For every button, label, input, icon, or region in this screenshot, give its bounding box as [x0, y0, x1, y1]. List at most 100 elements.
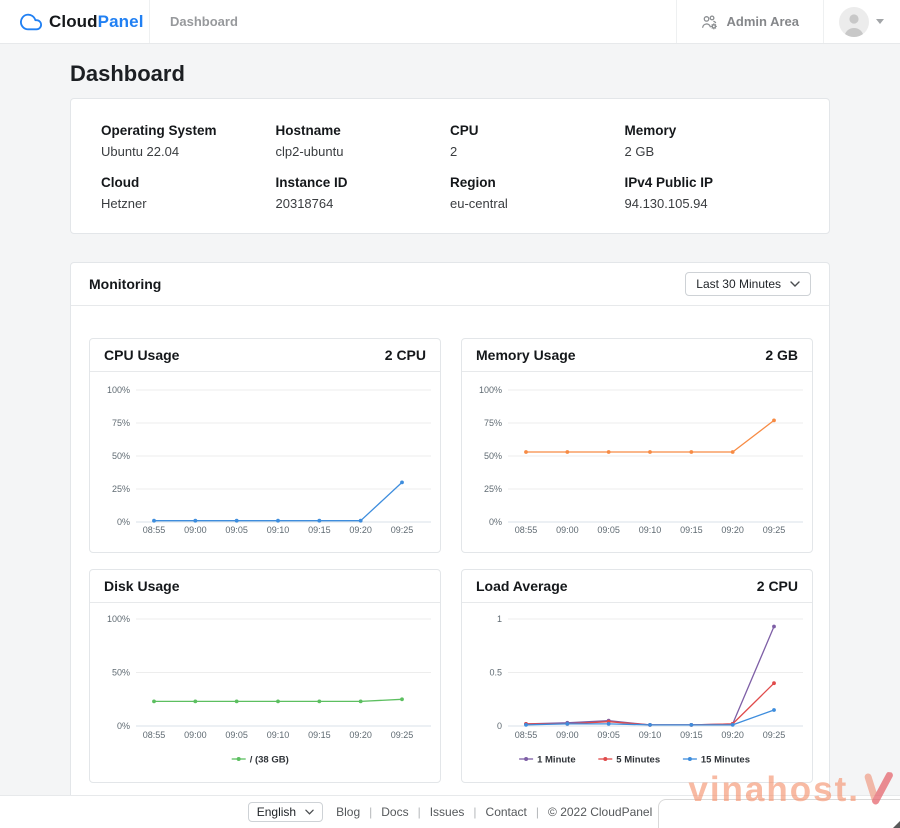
brand-logo[interactable]: CloudPanel — [0, 0, 150, 43]
chevron-down-icon — [876, 19, 884, 24]
svg-text:09:05: 09:05 — [225, 730, 248, 740]
top-navbar: CloudPanel Dashboard Admin Area — [0, 0, 900, 44]
svg-text:75%: 75% — [112, 418, 130, 428]
svg-text:09:20: 09:20 — [349, 525, 372, 535]
svg-text:09:10: 09:10 — [267, 730, 290, 740]
svg-text:09:10: 09:10 — [639, 525, 662, 535]
load-average-chart: 00.5108:5509:0009:0509:1009:1509:2009:25… — [462, 603, 812, 782]
page-title: Dashboard — [70, 60, 830, 88]
info-field-cloud: CloudHetzner — [101, 175, 276, 211]
monitoring-header: Monitoring Last 30 Minutes — [71, 263, 829, 306]
svg-text:1 Minute: 1 Minute — [537, 755, 576, 766]
svg-text:0%: 0% — [117, 517, 130, 527]
svg-text:09:15: 09:15 — [308, 730, 331, 740]
chart-unit-label: 2 CPU — [757, 577, 798, 595]
svg-text:100%: 100% — [107, 614, 130, 624]
footer-link-docs[interactable]: Docs — [381, 805, 408, 819]
svg-text:100%: 100% — [479, 385, 502, 395]
chevron-down-icon — [305, 809, 314, 815]
time-range-select[interactable]: Last 30 Minutes — [685, 272, 811, 296]
cpu-usage-chart-card: CPU Usage 2 CPU 0% 25% 50% 75% 100% 08:55 09:00… — [89, 338, 441, 553]
footer-links: Blog | Docs | Issues | Contact | © 2022 … — [336, 805, 652, 819]
info-field-memory: Memory2 GB — [625, 123, 800, 159]
svg-text:5 Minutes: 5 Minutes — [616, 755, 660, 766]
svg-text:50%: 50% — [484, 451, 502, 461]
cloud-logo-icon — [20, 11, 42, 33]
monitoring-card: Monitoring Last 30 Minutes CPU Usage 2 CP… — [70, 262, 830, 800]
chevron-down-icon — [790, 281, 800, 287]
disk-usage-chart: 0% 50% 100% 08:55 09:00 09:05 09:10 09:15 09:20 0… — [90, 603, 440, 782]
brand-name: CloudPanel — [49, 12, 144, 32]
info-field-ipv4: IPv4 Public IP94.130.105.94 — [625, 175, 800, 211]
corner-resize-mark — [893, 821, 900, 828]
admin-area-label: Admin Area — [727, 14, 799, 29]
svg-text:09:05: 09:05 — [597, 730, 620, 740]
language-select[interactable]: English — [248, 802, 323, 822]
info-field-hostname: Hostnameclp2-ubuntu — [276, 123, 451, 159]
footer-separator: | — [536, 805, 539, 819]
navbar-right: Admin Area — [676, 0, 900, 43]
svg-text:09:25: 09:25 — [763, 525, 786, 535]
svg-text:08:55: 08:55 — [143, 525, 166, 535]
corner-overlay-box — [658, 799, 900, 828]
info-field-os: Operating SystemUbuntu 22.04 — [101, 123, 276, 159]
svg-text:09:25: 09:25 — [763, 730, 786, 740]
svg-text:09:00: 09:00 — [556, 525, 579, 535]
info-field-instance-id: Instance ID20318764 — [276, 175, 451, 211]
svg-text:0: 0 — [497, 721, 502, 731]
svg-text:09:15: 09:15 — [680, 730, 703, 740]
svg-text:09:00: 09:00 — [184, 730, 207, 740]
svg-text:09:20: 09:20 — [721, 730, 744, 740]
footer-separator: | — [418, 805, 421, 819]
footer-link-contact[interactable]: Contact — [486, 805, 527, 819]
svg-text:25%: 25% — [484, 484, 502, 494]
svg-text:08:55: 08:55 — [515, 525, 538, 535]
svg-text:50%: 50% — [112, 451, 130, 461]
svg-text:09:15: 09:15 — [308, 525, 331, 535]
admin-area-button[interactable]: Admin Area — [676, 0, 823, 43]
svg-text:09:10: 09:10 — [267, 525, 290, 535]
footer-separator: | — [369, 805, 372, 819]
avatar — [839, 7, 869, 37]
time-range-value: Last 30 Minutes — [696, 277, 781, 291]
svg-text:09:20: 09:20 — [349, 730, 372, 740]
svg-text:15 Minutes: 15 Minutes — [701, 755, 750, 766]
svg-text:09:00: 09:00 — [184, 525, 207, 535]
svg-text:09:05: 09:05 — [597, 525, 620, 535]
user-menu[interactable] — [823, 0, 900, 43]
info-field-region: Regioneu-central — [450, 175, 625, 211]
cpu-usage-chart: 0%25%50%75%100%08:5509:0009:0509:1009:15… — [90, 372, 440, 552]
footer-copyright: © 2022 CloudPanel — [548, 805, 652, 819]
main-content: Dashboard Operating SystemUbuntu 22.04 H… — [0, 60, 900, 800]
footer-link-issues[interactable]: Issues — [430, 805, 465, 819]
footer-separator: | — [473, 805, 476, 819]
svg-text:09:15: 09:15 — [680, 525, 703, 535]
svg-text:/ (38 GB): / (38 GB) — [250, 755, 289, 766]
info-field-cpu: CPU2 — [450, 123, 625, 159]
svg-text:75%: 75% — [484, 418, 502, 428]
svg-text:25%: 25% — [112, 484, 130, 494]
svg-text:09:25: 09:25 — [391, 525, 414, 535]
svg-text:08:55: 08:55 — [143, 730, 166, 740]
svg-text:08:55: 08:55 — [515, 730, 538, 740]
svg-text:09:10: 09:10 — [639, 730, 662, 740]
chart-unit-label: 2 CPU — [385, 346, 426, 364]
nav-item-dashboard[interactable]: Dashboard — [170, 0, 238, 43]
memory-usage-chart-card: Memory Usage 2 GB 0% 25% 50% 75% 100% 08:55 09:… — [461, 338, 813, 553]
chart-title: CPU Usage — [104, 346, 179, 364]
chart-unit-label: 2 GB — [765, 346, 798, 364]
svg-text:0%: 0% — [117, 721, 130, 731]
svg-text:1: 1 — [497, 614, 502, 624]
svg-text:09:25: 09:25 — [391, 730, 414, 740]
footer-link-blog[interactable]: Blog — [336, 805, 360, 819]
monitoring-title: Monitoring — [89, 276, 161, 292]
svg-text:0%: 0% — [489, 517, 502, 527]
svg-text:50%: 50% — [112, 668, 130, 678]
svg-text:09:00: 09:00 — [556, 730, 579, 740]
chart-title: Disk Usage — [104, 577, 179, 595]
svg-text:09:20: 09:20 — [721, 525, 744, 535]
svg-text:100%: 100% — [107, 385, 130, 395]
chart-title: Memory Usage — [476, 346, 576, 364]
disk-usage-chart-card: Disk Usage 0% 50% 100% 08:55 09:00 09:05 09:10… — [89, 569, 441, 783]
chart-title: Load Average — [476, 577, 568, 595]
